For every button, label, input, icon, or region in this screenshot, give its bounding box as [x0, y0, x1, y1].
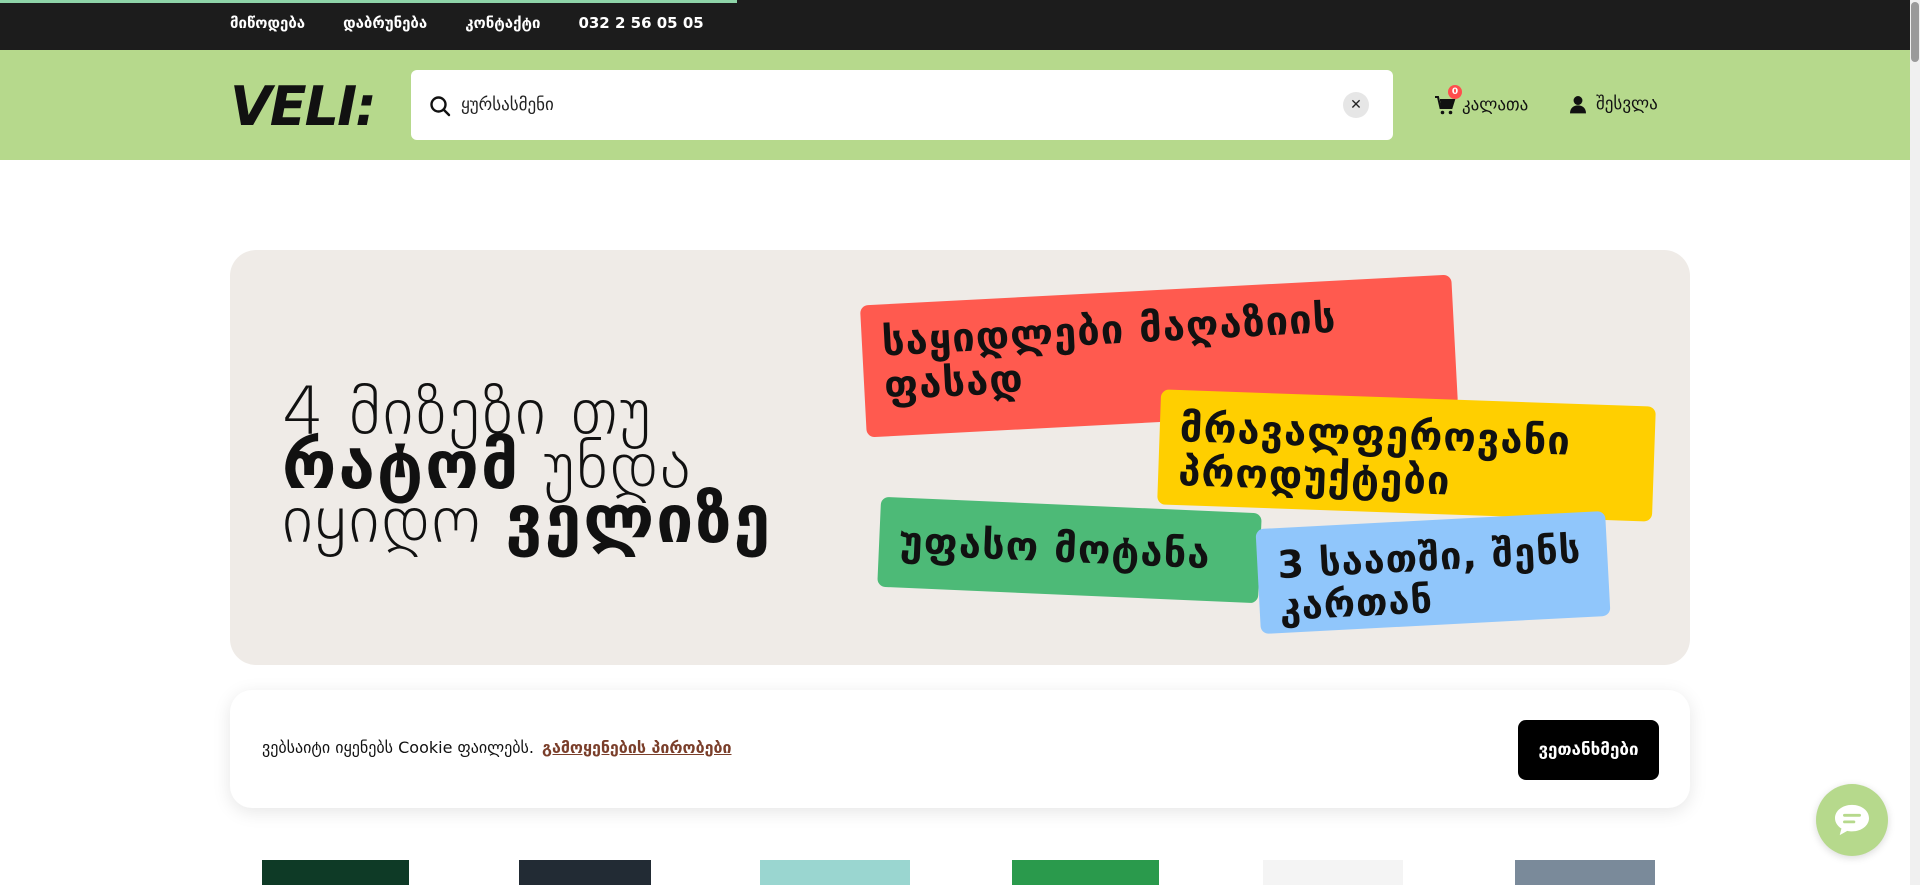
product-thumbnail[interactable]	[1515, 860, 1655, 885]
product-thumbnail[interactable]	[519, 860, 651, 885]
nav-delivery-link[interactable]: მიწოდება	[230, 14, 305, 32]
veli-logo[interactable]: VELI:	[230, 81, 396, 129]
tag-three-hours: 3 საათში, შენს კართან	[1255, 510, 1611, 635]
product-thumbnail[interactable]	[1263, 860, 1403, 885]
cart-count-badge: 0	[1448, 85, 1462, 99]
chat-button[interactable]	[1816, 784, 1888, 856]
page-load-progress	[0, 0, 737, 3]
cart-icon: 0	[1434, 85, 1462, 116]
nav-returns-link[interactable]: დაბრუნება	[343, 14, 427, 32]
cookie-text: ვებსაიტი იყენებს Cookie ფაილებს.	[262, 738, 534, 757]
cart-label: კალათა	[1462, 95, 1529, 115]
user-icon	[1570, 95, 1586, 113]
top-nav: მიწოდება დაბრუნება კონტაქტი 032 2 56 05 …	[230, 14, 704, 32]
nav-phone-link[interactable]: 032 2 56 05 05	[578, 14, 703, 32]
banner-headline: 4 მიზეზი თუ რატომ უნდა იყიდო ველიზე	[282, 379, 842, 553]
logo-text: VELI:	[230, 81, 375, 129]
cookie-message: ვებსაიტი იყენებს Cookie ფაილებს. გამოყენე…	[262, 738, 732, 757]
login-label: შესვლა	[1596, 94, 1658, 114]
terms-link[interactable]: გამოყენების პირობები	[542, 738, 732, 757]
cookie-banner: ვებსაიტი იყენებს Cookie ფაილებს. გამოყენე…	[230, 690, 1690, 808]
cart-button[interactable]: 0 კალათა	[1434, 85, 1529, 116]
headline-bold-2: ველიზე	[505, 481, 773, 558]
header: VELI: ✕ 0 კალათა შესვლა	[0, 50, 1920, 160]
search-input[interactable]	[461, 90, 1321, 120]
scrollbar-thumb[interactable]	[1911, 2, 1919, 62]
nav-contact-link[interactable]: კონტაქტი	[465, 14, 540, 32]
clear-search-button[interactable]: ✕	[1343, 92, 1369, 118]
product-thumbnail[interactable]	[760, 860, 910, 885]
tag-diverse-products: მრავალფეროვანი პროდუქტები	[1157, 389, 1656, 522]
chat-icon	[1835, 804, 1869, 836]
tag-free-delivery: უფასო მოტანა	[877, 496, 1262, 604]
search-icon	[430, 96, 451, 117]
search-box: ✕	[411, 70, 1393, 140]
close-icon: ✕	[1350, 97, 1362, 113]
product-thumbnail[interactable]	[1012, 860, 1159, 885]
login-button[interactable]: შესვლა	[1570, 94, 1658, 114]
product-strip	[0, 860, 1920, 885]
top-bar: მიწოდება დაბრუნება კონტაქტი 032 2 56 05 …	[0, 0, 1920, 50]
headline-thin-3: იყიდო	[282, 481, 506, 558]
accept-cookies-button[interactable]: ვეთანხმები	[1518, 720, 1659, 780]
promo-banner[interactable]: 4 მიზეზი თუ რატომ უნდა იყიდო ველიზე საყი…	[230, 250, 1690, 665]
page-scrollbar[interactable]	[1910, 0, 1920, 885]
product-thumbnail[interactable]	[262, 860, 409, 885]
